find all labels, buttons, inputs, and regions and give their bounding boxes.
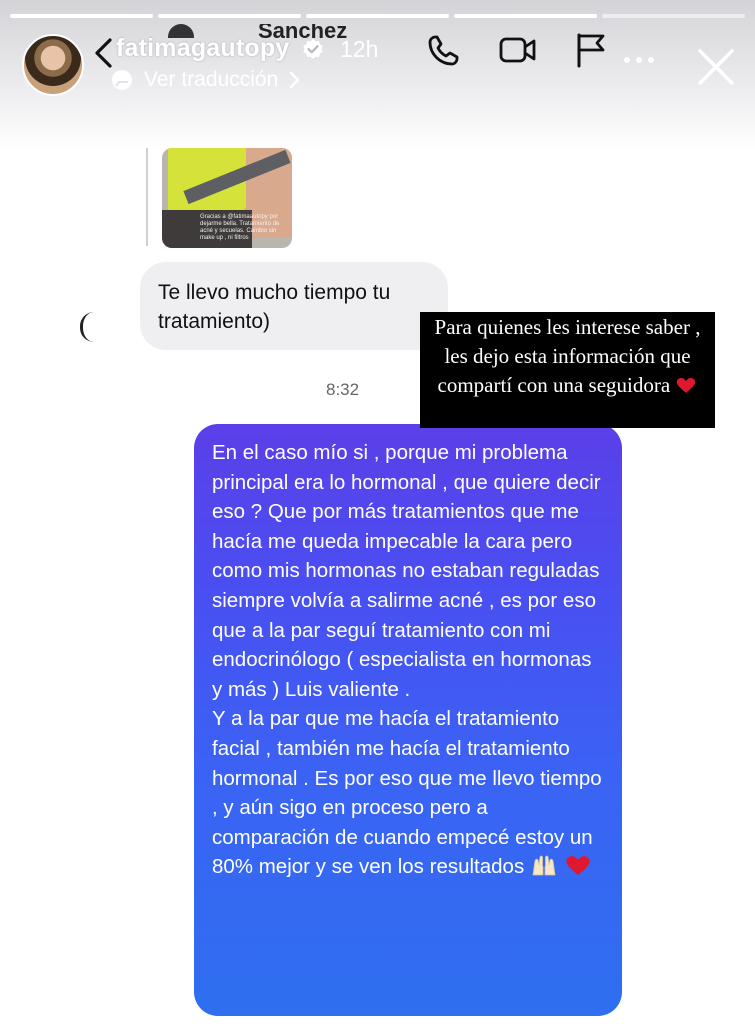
shared-image[interactable]: Gracias a @fatimaautopy por dejarme bell… bbox=[162, 148, 292, 248]
translate-label: Ver traducción bbox=[144, 68, 279, 91]
progress-segment bbox=[158, 14, 301, 18]
progress-segment bbox=[306, 14, 449, 18]
phone-icon[interactable] bbox=[424, 30, 464, 70]
reply-quote-line bbox=[146, 148, 148, 246]
story-avatar[interactable] bbox=[22, 34, 84, 96]
story-progress bbox=[10, 14, 745, 18]
outgoing-paragraph-end: Y a la par que me hacía el tratamiento f… bbox=[212, 704, 604, 882]
back-icon[interactable] bbox=[90, 36, 116, 70]
progress-segment bbox=[602, 14, 745, 18]
story-time: 12h bbox=[340, 36, 379, 62]
translate-icon bbox=[112, 70, 132, 90]
incoming-message: Te llevo mucho tiempo tu tratamiento) bbox=[140, 262, 448, 350]
video-icon[interactable] bbox=[498, 30, 538, 70]
more-icon[interactable] bbox=[622, 54, 656, 66]
progress-segment bbox=[10, 14, 153, 18]
raised-hands-icon bbox=[532, 855, 556, 876]
sender-avatar bbox=[80, 312, 94, 342]
heart-icon bbox=[566, 856, 590, 876]
chevron-right-icon bbox=[290, 71, 300, 89]
story-username[interactable]: fatimagautopy bbox=[116, 34, 289, 63]
close-icon[interactable] bbox=[695, 46, 737, 88]
progress-segment bbox=[454, 14, 597, 18]
flag-icon[interactable] bbox=[572, 30, 612, 70]
outgoing-paragraph: En el caso mío si , porque mi problema p… bbox=[212, 441, 601, 701]
image-caption: Gracias a @fatimaautopy por dejarme bell… bbox=[200, 214, 280, 241]
outgoing-message: En el caso mío si , porque mi problema p… bbox=[194, 424, 622, 1016]
story-screen: Sanchez fatimagautopy 12h Ver traducción bbox=[0, 0, 755, 1024]
message-timestamp: 8:32 bbox=[326, 380, 360, 399]
translate-button[interactable]: Ver traducción bbox=[110, 68, 300, 92]
story-text-overlay: Para quienes les interese saber , les de… bbox=[420, 312, 715, 428]
overlay-text: Para quienes les interese saber , les de… bbox=[434, 315, 701, 397]
heart-icon bbox=[677, 378, 696, 393]
verified-icon bbox=[303, 39, 323, 59]
